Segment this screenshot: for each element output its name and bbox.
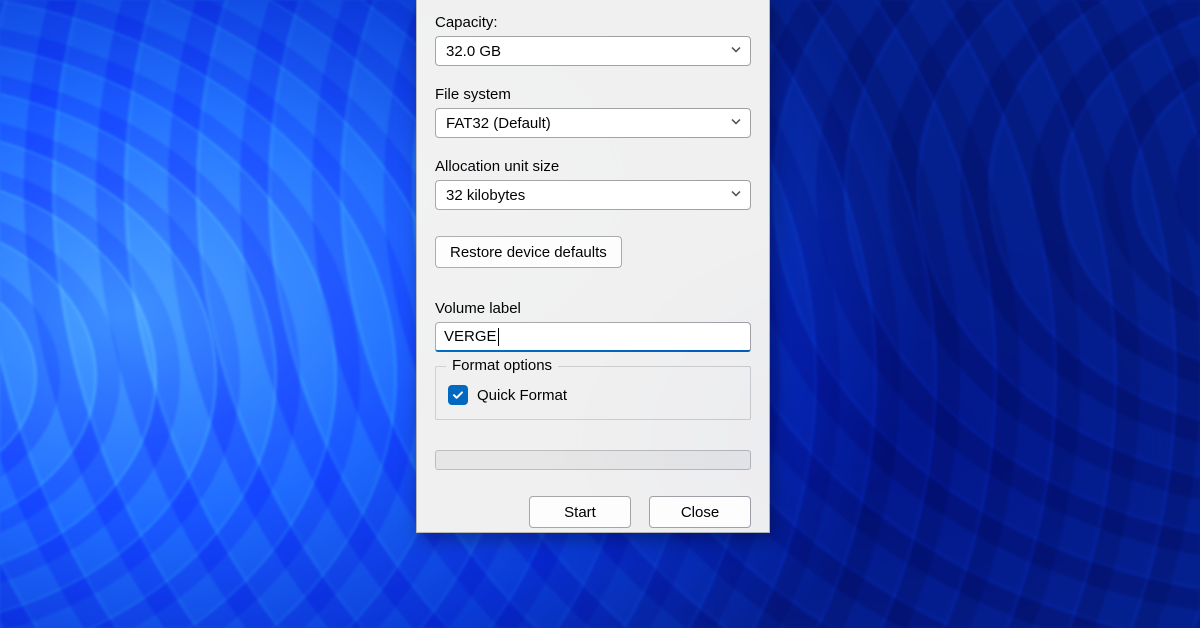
chevron-down-icon <box>730 115 742 132</box>
dialog-action-row: Start Close <box>435 496 751 532</box>
capacity-value: 32.0 GB <box>446 43 501 60</box>
chevron-down-icon <box>730 187 742 204</box>
close-button[interactable]: Close <box>649 496 751 528</box>
volume-label-input[interactable]: VERGE <box>435 322 751 352</box>
filesystem-select[interactable]: FAT32 (Default) <box>435 108 751 138</box>
text-caret <box>498 328 499 346</box>
format-options-group: Format options Quick Format <box>435 366 751 420</box>
volume-label-caption: Volume label <box>435 300 751 317</box>
capacity-select[interactable]: 32.0 GB <box>435 36 751 66</box>
progress-bar <box>435 450 751 470</box>
capacity-label: Capacity: <box>435 14 751 31</box>
volume-label-value: VERGE <box>444 328 497 345</box>
desktop-wallpaper: Capacity: 32.0 GB File system FAT32 (Def… <box>0 0 1200 628</box>
chevron-down-icon <box>730 43 742 60</box>
quick-format-checkbox[interactable] <box>448 385 468 405</box>
quick-format-label: Quick Format <box>477 387 567 404</box>
filesystem-label: File system <box>435 86 751 103</box>
allocation-select[interactable]: 32 kilobytes <box>435 180 751 210</box>
check-icon <box>451 388 465 402</box>
allocation-value: 32 kilobytes <box>446 187 525 204</box>
allocation-label: Allocation unit size <box>435 158 751 175</box>
format-options-legend: Format options <box>446 357 558 374</box>
restore-defaults-button[interactable]: Restore device defaults <box>435 236 622 268</box>
start-button[interactable]: Start <box>529 496 631 528</box>
filesystem-value: FAT32 (Default) <box>446 115 551 132</box>
format-dialog: Capacity: 32.0 GB File system FAT32 (Def… <box>416 0 770 533</box>
